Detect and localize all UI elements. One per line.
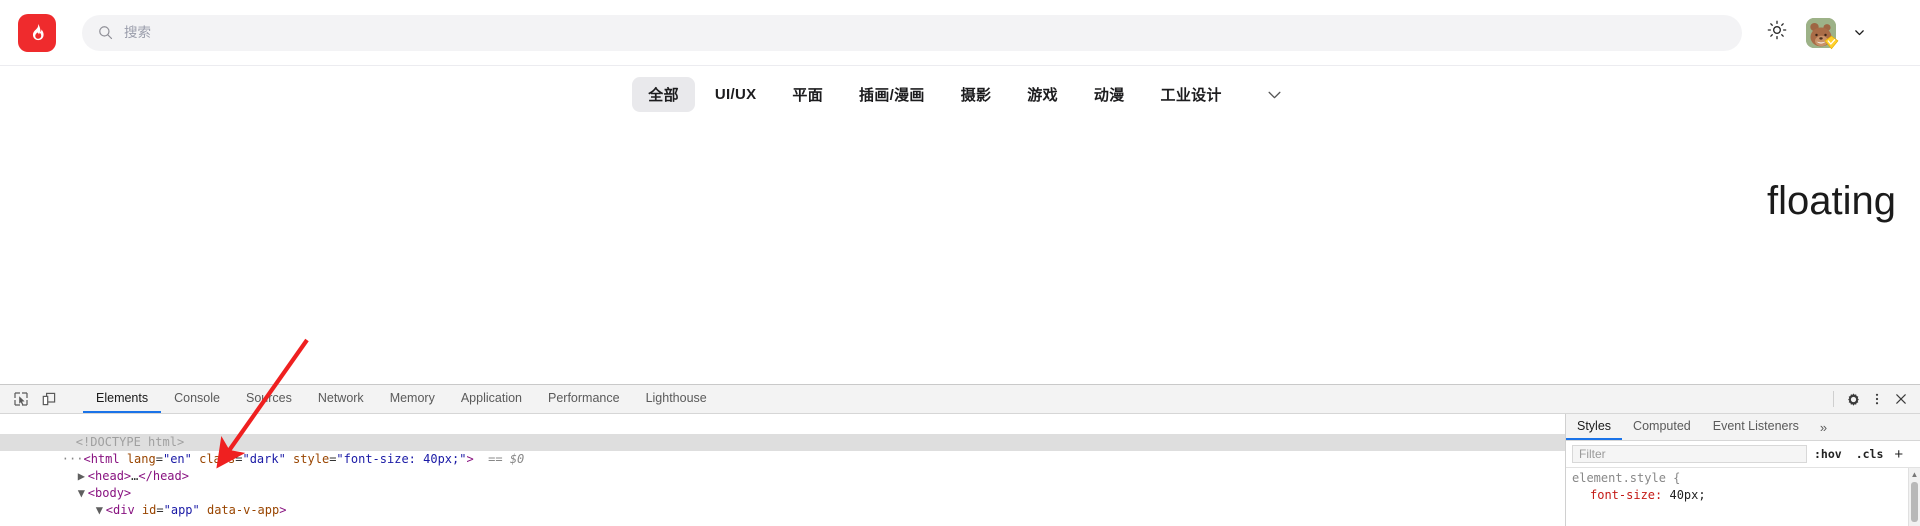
tab-application[interactable]: Application bbox=[448, 385, 535, 413]
styles-tabs-overflow-icon[interactable]: » bbox=[1810, 414, 1837, 440]
app-header bbox=[0, 0, 1920, 65]
category-tab-all[interactable]: 全部 bbox=[632, 76, 695, 112]
devtools-panel: Elements Console Sources Network Memory … bbox=[0, 384, 1920, 526]
category-tab-graphic[interactable]: 平面 bbox=[776, 77, 839, 112]
scroll-up-arrow-icon[interactable]: ▲ bbox=[1909, 470, 1920, 479]
dom-token-class-value: "dark" bbox=[242, 452, 286, 466]
category-tab-photography[interactable]: 摄影 bbox=[945, 77, 1008, 112]
devtools-tool-icons bbox=[0, 385, 83, 413]
dom-token: = bbox=[155, 452, 163, 466]
toolbar-divider-right bbox=[1833, 391, 1834, 407]
dom-tree[interactable]: <!DOCTYPE html> ···<html lang="en" class… bbox=[0, 414, 1565, 526]
category-tab-industrial-design[interactable]: 工业设计 bbox=[1145, 77, 1238, 112]
avatar[interactable] bbox=[1806, 17, 1839, 50]
devtools-toolbar-right bbox=[1827, 385, 1920, 413]
scrollbar-thumb[interactable] bbox=[1911, 482, 1918, 522]
dom-line-body[interactable]: ▼ <body> bbox=[0, 468, 1565, 500]
styles-content-row: element.style { font-size: 40px; ▲ bbox=[1566, 468, 1920, 526]
device-toolbar-icon[interactable] bbox=[38, 388, 60, 410]
dom-token: <div bbox=[105, 503, 135, 517]
dom-token: <body> bbox=[87, 486, 132, 500]
web-page-viewport: 全部 UI/UX 平面 插画/漫画 摄影 游戏 动漫 工业设计 floating bbox=[0, 0, 1920, 384]
account-chevron-down-icon[interactable] bbox=[1852, 26, 1866, 40]
devtools-tabs: Elements Console Sources Network Memory … bbox=[83, 385, 1827, 413]
tab-sources[interactable]: Sources bbox=[233, 385, 305, 413]
tab-computed[interactable]: Computed bbox=[1622, 414, 1702, 440]
dom-token-selected-marker: == $0 bbox=[473, 452, 525, 466]
tab-memory[interactable]: Memory bbox=[377, 385, 448, 413]
style-rule-selector[interactable]: element.style { bbox=[1572, 470, 1908, 487]
floating-heading: floating bbox=[1767, 179, 1896, 223]
sun-icon bbox=[1767, 20, 1787, 45]
styles-pane: Styles Computed Event Listeners » :hov .… bbox=[1565, 414, 1920, 526]
styles-rules[interactable]: element.style { font-size: 40px; bbox=[1566, 468, 1908, 526]
dom-token: ··· bbox=[61, 452, 84, 466]
dom-token: "app" bbox=[163, 503, 200, 517]
category-tab-illustration[interactable]: 插画/漫画 bbox=[843, 77, 941, 112]
category-nav: 全部 UI/UX 平面 插画/漫画 摄影 游戏 动漫 工业设计 bbox=[0, 65, 1920, 122]
hov-toggle-button[interactable]: :hov bbox=[1807, 447, 1849, 461]
tab-network[interactable]: Network bbox=[305, 385, 377, 413]
gear-icon[interactable] bbox=[1842, 388, 1864, 410]
dom-token: <!DOCTYPE html> bbox=[75, 435, 185, 449]
category-tab-anime[interactable]: 动漫 bbox=[1078, 77, 1141, 112]
dom-token: <head> bbox=[87, 469, 132, 483]
search-icon bbox=[98, 25, 113, 40]
tab-performance[interactable]: Performance bbox=[535, 385, 633, 413]
dom-token: > bbox=[466, 452, 474, 466]
devtools-toolbar: Elements Console Sources Network Memory … bbox=[0, 385, 1920, 414]
collapse-triangle-icon[interactable]: ▼ bbox=[78, 485, 88, 502]
dom-token: </head> bbox=[138, 469, 189, 483]
styles-pane-tabs: Styles Computed Event Listeners » bbox=[1566, 414, 1920, 441]
dom-token: <html bbox=[83, 452, 120, 466]
app-logo[interactable] bbox=[18, 13, 56, 52]
cls-toggle-button[interactable]: .cls bbox=[1849, 447, 1891, 461]
tab-console[interactable]: Console bbox=[161, 385, 233, 413]
new-style-rule-button[interactable]: + bbox=[1890, 446, 1910, 463]
category-expand-chevron-down-icon[interactable] bbox=[1262, 81, 1288, 107]
dom-line[interactable]: <!DOCTYPE html> bbox=[0, 417, 1565, 449]
collapse-triangle-icon[interactable]: ▼ bbox=[96, 502, 106, 519]
dom-token: = bbox=[156, 503, 164, 517]
dom-token: id bbox=[134, 503, 157, 517]
dom-line-html-selected[interactable]: ···<html lang="en" class="dark" style="f… bbox=[0, 434, 1565, 466]
styles-filter-input[interactable] bbox=[1572, 445, 1807, 463]
dom-token: style bbox=[285, 452, 330, 466]
tab-lighthouse[interactable]: Lighthouse bbox=[633, 385, 720, 413]
styles-filter-bar: :hov .cls + bbox=[1566, 441, 1920, 468]
dom-token: class bbox=[191, 452, 236, 466]
category-tab-uiux[interactable]: UI/UX bbox=[699, 79, 773, 110]
style-declaration[interactable]: font-size: 40px; bbox=[1572, 487, 1908, 504]
tab-styles[interactable]: Styles bbox=[1566, 414, 1623, 440]
dom-token: data-v-app bbox=[199, 503, 280, 517]
dom-line-app-div[interactable]: ▼ <div id="app" data-v-app> bbox=[0, 485, 1565, 517]
declaration-value[interactable]: 40px; bbox=[1662, 488, 1705, 502]
devtools-body: <!DOCTYPE html> ···<html lang="en" class… bbox=[0, 414, 1920, 526]
tab-event-listeners[interactable]: Event Listeners bbox=[1702, 414, 1810, 440]
close-icon[interactable] bbox=[1890, 388, 1912, 410]
search-input[interactable] bbox=[124, 25, 1726, 40]
dom-token: > bbox=[279, 503, 287, 517]
flame-icon bbox=[26, 22, 48, 44]
category-tab-game[interactable]: 游戏 bbox=[1011, 77, 1074, 112]
theme-toggle-button[interactable] bbox=[1764, 20, 1790, 46]
kebab-menu-icon[interactable] bbox=[1866, 388, 1888, 410]
tab-elements[interactable]: Elements bbox=[83, 385, 162, 413]
dom-token: "en" bbox=[162, 452, 192, 466]
expand-triangle-icon[interactable]: ▶ bbox=[78, 468, 88, 485]
declaration-property[interactable]: font-size: bbox=[1572, 487, 1662, 504]
dom-token: lang bbox=[119, 452, 156, 466]
diamond-badge-icon bbox=[1824, 35, 1839, 50]
dom-token-style-value: "font-size: 40px;" bbox=[336, 452, 467, 466]
header-actions bbox=[1764, 17, 1866, 50]
inspect-element-icon[interactable] bbox=[10, 388, 32, 410]
styles-scrollbar[interactable]: ▲ bbox=[1908, 468, 1920, 526]
rule-selector-text: element.style { bbox=[1572, 471, 1681, 485]
search-bar[interactable] bbox=[82, 14, 1742, 51]
